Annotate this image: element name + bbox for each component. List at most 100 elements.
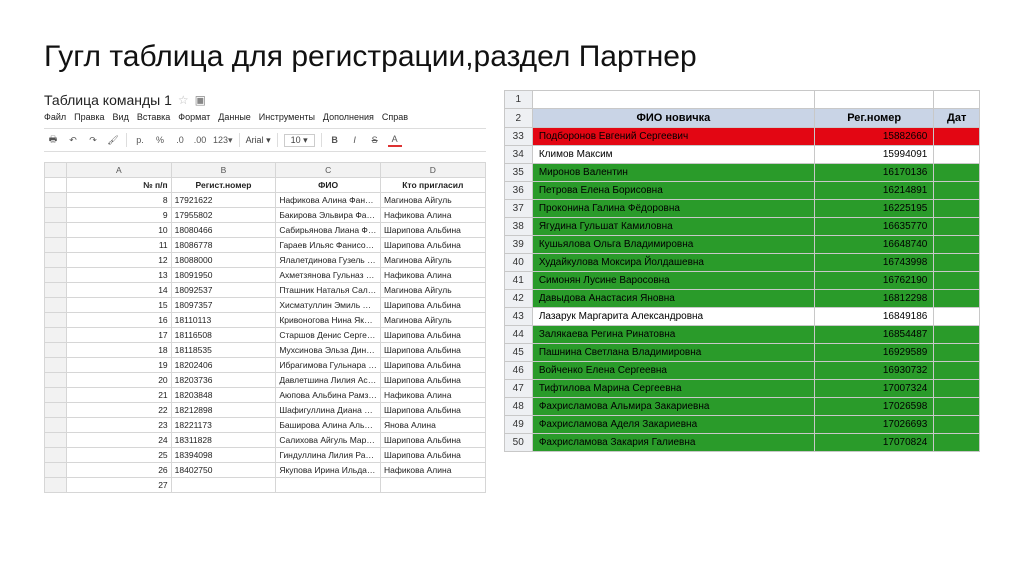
hdr-fio[interactable]: ФИО [276, 178, 381, 193]
cell-fio[interactable]: Ялалетдинова Гузель Флюровна [276, 253, 381, 268]
cell-fio[interactable]: Ягудина Гульшат Камиловна [532, 218, 814, 236]
cell-reg[interactable]: 16648740 [815, 236, 934, 254]
cell-inv[interactable]: Магинова Айгуль [380, 253, 485, 268]
cell-fio[interactable]: Гараев Ильяс Фанисович [276, 238, 381, 253]
cell-num[interactable]: 18 [67, 343, 172, 358]
cell-date[interactable] [934, 164, 980, 182]
cell-fio[interactable]: Фахрисламова Закария Галиевна [532, 434, 814, 452]
row-header[interactable] [45, 283, 67, 298]
row-header[interactable] [45, 388, 67, 403]
cell-inv[interactable]: Шарипова Альбина [380, 373, 485, 388]
cell-fio[interactable]: Ибрагимова Гульнара Радиковна [276, 358, 381, 373]
menu-help[interactable]: Справ [382, 112, 408, 122]
cell-reg[interactable]: 16762190 [815, 272, 934, 290]
row-header[interactable] [45, 178, 67, 193]
cell-reg[interactable] [171, 478, 276, 493]
row-header[interactable]: 47 [504, 380, 532, 398]
menu-tools[interactable]: Инструменты [259, 112, 315, 122]
cell-fio[interactable]: Пашнина Светлана Владимировна [532, 344, 814, 362]
cell-inv[interactable]: Шарипова Альбина [380, 433, 485, 448]
cell-reg[interactable]: 18116508 [171, 328, 276, 343]
undo-icon[interactable]: ↶ [66, 133, 80, 147]
cell-num[interactable]: 14 [67, 283, 172, 298]
row-header[interactable] [45, 343, 67, 358]
cell-reg[interactable]: 18097357 [171, 298, 276, 313]
cell-date[interactable] [934, 272, 980, 290]
cell-reg[interactable]: 18202406 [171, 358, 276, 373]
cell-reg[interactable]: 18092537 [171, 283, 276, 298]
cell-inv[interactable]: Шарипова Альбина [380, 328, 485, 343]
cell-reg[interactable]: 18110113 [171, 313, 276, 328]
row-header[interactable]: 50 [504, 434, 532, 452]
print-icon[interactable]: 🖶 [46, 133, 60, 147]
cell-fio[interactable]: Старшов Денис Сергеевич [276, 328, 381, 343]
cell-date[interactable] [934, 200, 980, 218]
cell-num[interactable]: 20 [67, 373, 172, 388]
cell-reg[interactable]: 18203736 [171, 373, 276, 388]
row-header[interactable] [45, 418, 67, 433]
cell-reg[interactable]: 15994091 [815, 146, 934, 164]
cell-fio[interactable]: Худайкулова Моксира Йолдашевна [532, 254, 814, 272]
redo-icon[interactable]: ↷ [86, 133, 100, 147]
menu-data[interactable]: Данные [218, 112, 251, 122]
row-header[interactable] [45, 403, 67, 418]
cell-reg[interactable]: 18080466 [171, 223, 276, 238]
cell-reg[interactable]: 17026598 [815, 398, 934, 416]
menu-addons[interactable]: Дополнения [323, 112, 374, 122]
cell-reg[interactable]: 18203848 [171, 388, 276, 403]
cell-reg[interactable]: 16225195 [815, 200, 934, 218]
hdr-date[interactable]: Дат [934, 109, 980, 128]
hdr-num[interactable]: № п/п [67, 178, 172, 193]
row-header[interactable] [45, 463, 67, 478]
cell-num[interactable]: 11 [67, 238, 172, 253]
cell-inv[interactable]: Нафикова Алина [380, 268, 485, 283]
row-header[interactable] [45, 253, 67, 268]
cell-date[interactable] [934, 236, 980, 254]
row-header[interactable] [45, 208, 67, 223]
cell-reg[interactable]: 18086778 [171, 238, 276, 253]
font-family-select[interactable]: Arial ▾ [246, 135, 271, 146]
cell-reg[interactable]: 16854487 [815, 326, 934, 344]
row-header[interactable] [45, 238, 67, 253]
cell-fio[interactable]: Салихова Айгуль Маратовна [276, 433, 381, 448]
right-grid[interactable]: 1 2 ФИО новичка Рег.номер Дат 33Подборон… [504, 90, 980, 452]
cell-inv[interactable]: Шарипова Альбина [380, 403, 485, 418]
menu-format[interactable]: Формат [178, 112, 210, 122]
cell-num[interactable]: 26 [67, 463, 172, 478]
cell[interactable] [934, 91, 980, 109]
text-color-button[interactable]: A [388, 133, 402, 147]
cell-date[interactable] [934, 326, 980, 344]
cell-inv[interactable]: Шарипова Альбина [380, 343, 485, 358]
cell-num[interactable]: 23 [67, 418, 172, 433]
cell-reg[interactable]: 16812298 [815, 290, 934, 308]
row-header[interactable]: 48 [504, 398, 532, 416]
cell-fio[interactable]: Давыдова Анастасия Яновна [532, 290, 814, 308]
cell-fio[interactable]: Климов Максим [532, 146, 814, 164]
currency-format[interactable]: р. [133, 133, 147, 147]
bold-button[interactable]: B [328, 133, 342, 147]
col-header-d[interactable]: D [380, 163, 485, 178]
doc-title[interactable]: Таблица команды 1 [44, 92, 172, 108]
hdr-reg[interactable]: Регист.номер [171, 178, 276, 193]
cell-num[interactable]: 15 [67, 298, 172, 313]
hdr-reg[interactable]: Рег.номер [815, 109, 934, 128]
row-header[interactable] [45, 373, 67, 388]
row-header[interactable] [45, 298, 67, 313]
cell-num[interactable]: 12 [67, 253, 172, 268]
col-header-b[interactable]: B [171, 163, 276, 178]
cell-reg[interactable]: 18221173 [171, 418, 276, 433]
col-header-c[interactable]: C [276, 163, 381, 178]
cell-reg[interactable]: 16214891 [815, 182, 934, 200]
menu-insert[interactable]: Вставка [137, 112, 170, 122]
cell-fio[interactable]: Фахрисламова Альмира Закариевна [532, 398, 814, 416]
cell-inv[interactable]: Шарипова Альбина [380, 448, 485, 463]
strike-button[interactable]: S [368, 133, 382, 147]
cell-inv[interactable]: Шарипова Альбина [380, 358, 485, 373]
select-all-cell[interactable] [45, 163, 67, 178]
cell-date[interactable] [934, 380, 980, 398]
cell-num[interactable]: 16 [67, 313, 172, 328]
row-header[interactable] [45, 193, 67, 208]
cell-fio[interactable]: Залякаева Регина Ринатовна [532, 326, 814, 344]
cell-date[interactable] [934, 344, 980, 362]
row-header[interactable]: 46 [504, 362, 532, 380]
